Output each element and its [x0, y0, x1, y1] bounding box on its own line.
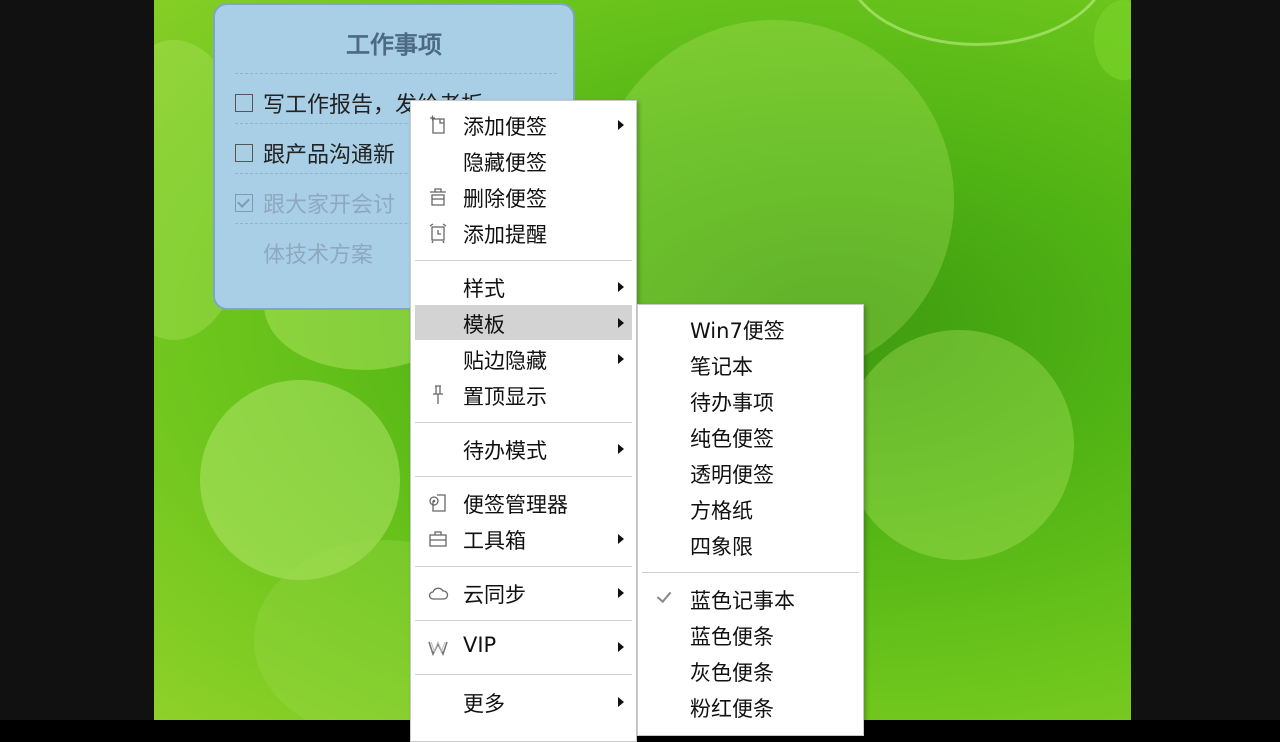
menu-separator [415, 260, 632, 261]
vip-crown-icon [428, 640, 448, 657]
divider [235, 73, 557, 74]
menu-item-label: 蓝色便条 [690, 625, 774, 649]
menu-item-label: 便签管理器 [463, 493, 568, 517]
menu-item-label: 工具箱 [463, 529, 526, 553]
menu-item-label: 待办模式 [463, 439, 547, 463]
template-item-notebook[interactable]: 笔记本 [642, 347, 859, 382]
menu-separator [415, 674, 632, 675]
template-item-solid[interactable]: 纯色便签 [642, 419, 859, 454]
menu-item-label: 云同步 [463, 583, 526, 607]
menu-item-always-on-top[interactable]: 置顶显示 [415, 377, 632, 412]
template-submenu: Win7便签 笔记本 待办事项 纯色便签 透明便签 方格纸 四象限 蓝色记事本 … [637, 304, 864, 736]
menu-item-cloud-sync[interactable]: 云同步 [415, 575, 632, 610]
cloud-icon [428, 587, 449, 600]
todo-item[interactable]: 跟产品沟通新 [235, 137, 395, 169]
submenu-arrow-icon [618, 534, 624, 544]
menu-item-label: 透明便签 [690, 463, 774, 487]
todo-item-continuation: 体技术方案 [263, 237, 373, 269]
note-title: 工作事项 [346, 31, 442, 59]
menu-item-more[interactable]: 更多 [415, 684, 632, 719]
menu-item-delete-note[interactable]: 删除便签 [415, 179, 632, 214]
template-item-win7[interactable]: Win7便签 [642, 311, 859, 346]
template-item-pink-slip[interactable]: 粉红便条 [642, 689, 859, 724]
menu-item-label: 蓝色记事本 [690, 589, 795, 613]
trash-icon [430, 188, 446, 206]
menu-item-add-note[interactable]: 添加便签 [415, 107, 632, 142]
menu-item-label: 模板 [463, 313, 505, 337]
menu-item-label: 灰色便条 [690, 661, 774, 685]
menu-item-label: 方格纸 [690, 499, 753, 523]
todo-text: 体技术方案 [263, 243, 374, 268]
template-item-todo[interactable]: 待办事项 [642, 383, 859, 418]
template-item-quadrant[interactable]: 四象限 [642, 527, 859, 562]
checkbox[interactable] [235, 144, 253, 162]
menu-item-label: 纯色便签 [690, 427, 774, 451]
submenu-arrow-icon [618, 120, 624, 130]
todo-text: 跟产品沟通新 [263, 143, 396, 168]
menu-item-todo-mode[interactable]: 待办模式 [415, 431, 632, 466]
menu-item-toolbox[interactable]: 工具箱 [415, 521, 632, 556]
template-item-blue-notebook[interactable]: 蓝色记事本 [642, 581, 859, 616]
menu-item-note-manager[interactable]: 便签管理器 [415, 485, 632, 520]
template-item-transparent[interactable]: 透明便签 [642, 455, 859, 490]
menu-separator [415, 422, 632, 423]
submenu-arrow-icon [618, 354, 624, 364]
pin-icon [433, 385, 443, 404]
menu-item-label: VIP [463, 633, 497, 657]
menu-item-label: 置顶显示 [463, 385, 547, 409]
todo-item-done[interactable]: 跟大家开会讨 [235, 187, 395, 219]
menu-separator [415, 620, 632, 621]
menu-item-label: 更多 [463, 692, 505, 716]
alarm-clock-icon [429, 223, 447, 244]
menu-separator [642, 572, 859, 573]
todo-text: 跟大家开会讨 [263, 193, 396, 218]
submenu-arrow-icon [618, 588, 624, 598]
submenu-arrow-icon [618, 444, 624, 454]
menu-item-template[interactable]: 模板 [415, 305, 632, 340]
menu-separator [415, 566, 632, 567]
menu-item-edge-hide[interactable]: 贴边隐藏 [415, 341, 632, 376]
toolbox-icon [429, 531, 447, 547]
menu-item-label: 四象限 [690, 535, 753, 559]
checkbox[interactable] [235, 94, 253, 112]
submenu-arrow-icon [618, 318, 624, 328]
template-item-gray-slip[interactable]: 灰色便条 [642, 653, 859, 688]
menu-item-style[interactable]: 样式 [415, 269, 632, 304]
desktop: 工作事项 写工作报告，发给老板 跟产品沟通新 跟大家开会讨 体技术方案 添加便签… [0, 0, 1280, 742]
checkbox-checked[interactable] [235, 194, 253, 212]
right-letterbox [1131, 0, 1280, 720]
submenu-arrow-icon [618, 697, 624, 707]
menu-item-label: 添加便签 [463, 115, 547, 139]
menu-item-label: 添加提醒 [463, 223, 547, 247]
context-menu: 添加便签 隐藏便签 删除便签 添加提醒 样式 模板 贴边隐藏 置顶显示 待办模式… [410, 100, 637, 742]
menu-item-label: 删除便签 [463, 187, 547, 211]
gear-document-icon [429, 494, 446, 512]
left-letterbox [0, 0, 154, 720]
menu-item-label: 样式 [463, 277, 505, 301]
menu-item-add-reminder[interactable]: 添加提醒 [415, 215, 632, 250]
menu-item-hide-note[interactable]: 隐藏便签 [415, 143, 632, 178]
menu-item-label: 隐藏便签 [463, 151, 547, 175]
menu-separator [415, 476, 632, 477]
submenu-arrow-icon [618, 642, 624, 652]
menu-item-vip[interactable]: VIP [415, 629, 632, 664]
check-icon [656, 587, 672, 604]
menu-item-label: 待办事项 [690, 391, 774, 415]
template-item-grid-paper[interactable]: 方格纸 [642, 491, 859, 526]
template-item-blue-slip[interactable]: 蓝色便条 [642, 617, 859, 652]
menu-item-label: 笔记本 [690, 355, 753, 379]
submenu-arrow-icon [618, 282, 624, 292]
menu-item-label: 粉红便条 [690, 697, 774, 721]
add-note-icon [430, 115, 445, 134]
menu-item-label: Win7便签 [690, 319, 785, 343]
menu-item-label: 贴边隐藏 [463, 349, 547, 373]
